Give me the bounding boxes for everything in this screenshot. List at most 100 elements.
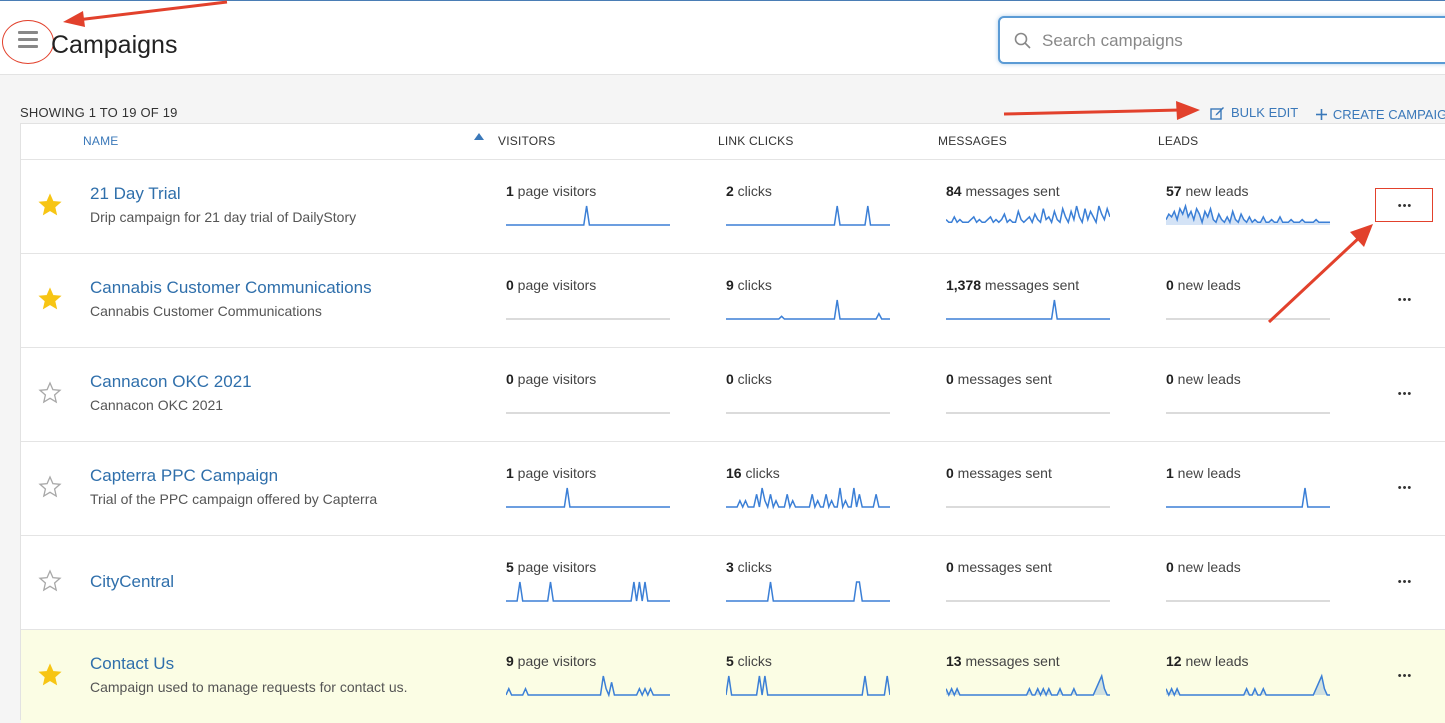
messages-count: 13 — [946, 653, 962, 669]
page-title: Campaigns — [51, 31, 178, 59]
clicks-label: 0 clicks — [726, 371, 892, 387]
visitors-unit: page visitors — [513, 371, 597, 387]
search-box[interactable] — [998, 16, 1445, 64]
clicks-unit: clicks — [733, 653, 772, 669]
leads-metric: 0 new leads — [1166, 559, 1332, 609]
table-row[interactable]: Cannabis Customer Communications Cannabis… — [21, 253, 1445, 347]
leads-sparkline — [1166, 412, 1330, 414]
create-campaign-button[interactable]: CREATE CAMPAIGN — [1315, 107, 1445, 122]
column-header-leads[interactable]: LEADS — [1158, 134, 1198, 148]
search-input[interactable] — [1040, 27, 1424, 55]
annotation-box — [1375, 188, 1433, 222]
messages-metric: 0 messages sent — [946, 465, 1112, 515]
star-filled-icon[interactable] — [38, 193, 62, 217]
star-outline-icon[interactable] — [38, 475, 62, 499]
visitors-label: 0 page visitors — [506, 371, 672, 387]
clicks-count: 2 — [726, 183, 734, 199]
leads-label: 1 new leads — [1166, 465, 1332, 481]
clicks-label: 5 clicks — [726, 653, 892, 669]
column-header-link-clicks[interactable]: LINK CLICKS — [718, 134, 794, 148]
visitors-sparkline — [506, 412, 670, 414]
star-filled-icon[interactable] — [38, 287, 62, 311]
sparkline-line — [726, 581, 890, 602]
visitors-unit: page visitors — [513, 559, 597, 575]
leads-count: 0 — [1166, 277, 1174, 293]
leads-unit: new leads — [1173, 559, 1241, 575]
messages-unit: messages sent — [953, 559, 1052, 575]
messages-label: 0 messages sent — [946, 559, 1112, 575]
star-outline-icon[interactable] — [38, 381, 62, 405]
leads-count: 1 — [1166, 465, 1174, 481]
star-filled-icon[interactable] — [38, 663, 62, 687]
column-header-visitors[interactable]: VISITORS — [498, 134, 555, 148]
messages-label: 84 messages sent — [946, 183, 1112, 199]
messages-label: 0 messages sent — [946, 465, 1112, 481]
table-row[interactable]: CityCentral 5 page visitors 3 clicks 0 mess… — [21, 535, 1445, 629]
messages-sparkline — [946, 299, 1110, 320]
more-options-icon[interactable]: ••• — [1387, 288, 1423, 312]
clicks-sparkline — [726, 299, 890, 320]
leads-label: 0 new leads — [1166, 371, 1332, 387]
more-options-icon[interactable]: ••• — [1387, 382, 1423, 406]
clicks-sparkline — [726, 581, 890, 602]
visitors-count: 0 — [506, 277, 514, 293]
star-outline-icon[interactable] — [38, 569, 62, 593]
table-row[interactable]: Contact Us Campaign used to manage reques… — [21, 629, 1445, 723]
clicks-metric: 0 clicks — [726, 371, 892, 421]
messages-sparkline — [946, 205, 1110, 225]
sparkline-line — [726, 675, 890, 696]
leads-metric: 57 new leads — [1166, 183, 1332, 233]
annotation-arrow-bulk-edit — [1003, 101, 1200, 120]
bulk-edit-button[interactable]: BULK EDIT — [1210, 105, 1298, 120]
visitors-unit: page visitors — [513, 183, 597, 199]
leads-unit: new leads — [1173, 371, 1241, 387]
leads-sparkline — [1166, 203, 1330, 225]
sparkline-line — [506, 487, 670, 508]
clicks-unit: clicks — [741, 465, 780, 481]
sparkline-line — [506, 581, 670, 602]
sparkline-line — [1166, 487, 1330, 508]
leads-metric: 1 new leads — [1166, 465, 1332, 515]
leads-count: 0 — [1166, 559, 1174, 575]
messages-label: 1,378 messages sent — [946, 277, 1112, 293]
messages-label: 0 messages sent — [946, 371, 1112, 387]
clicks-count: 3 — [726, 559, 734, 575]
campaign-name-link[interactable]: CityCentral — [90, 572, 174, 592]
clicks-sparkline — [726, 487, 890, 510]
clicks-label: 2 clicks — [726, 183, 892, 199]
clicks-metric: 5 clicks — [726, 653, 892, 703]
clicks-sparkline — [726, 205, 890, 226]
visitors-sparkline — [506, 487, 670, 508]
clicks-label: 3 clicks — [726, 559, 892, 575]
edit-icon — [1210, 106, 1224, 120]
campaign-name-link[interactable]: Capterra PPC Campaign — [90, 466, 278, 486]
campaign-name-link[interactable]: Contact Us — [90, 654, 174, 674]
messages-metric: 84 messages sent — [946, 183, 1112, 233]
visitors-sparkline — [506, 581, 670, 602]
campaign-name-link[interactable]: 21 Day Trial — [90, 184, 181, 204]
campaign-name-link[interactable]: Cannabis Customer Communications — [90, 278, 372, 298]
campaign-description: Trial of the PPC campaign offered by Cap… — [90, 491, 378, 507]
clicks-sparkline — [726, 412, 890, 414]
leads-label: 0 new leads — [1166, 277, 1332, 293]
more-options-icon[interactable]: ••• — [1387, 570, 1423, 594]
campaigns-table: NAME VISITORS LINK CLICKS MESSAGES LEADS… — [20, 123, 1445, 723]
column-header-name[interactable]: NAME — [83, 134, 118, 148]
leads-metric: 0 new leads — [1166, 277, 1332, 327]
more-options-icon[interactable]: ••• — [1387, 476, 1423, 500]
sort-ascending-icon[interactable] — [474, 133, 484, 140]
clicks-sparkline — [726, 675, 890, 696]
hamburger-menu-icon[interactable] — [10, 25, 46, 57]
table-row[interactable]: Capterra PPC Campaign Trial of the PPC ca… — [21, 441, 1445, 535]
leads-sparkline — [1166, 487, 1330, 508]
clicks-count: 9 — [726, 277, 734, 293]
table-row[interactable]: 21 Day Trial Drip campaign for 21 day tri… — [21, 159, 1445, 253]
clicks-unit: clicks — [733, 371, 772, 387]
column-header-messages[interactable]: MESSAGES — [938, 134, 1007, 148]
campaign-name-link[interactable]: Cannacon OKC 2021 — [90, 372, 252, 392]
table-row[interactable]: Cannacon OKC 2021 Cannacon OKC 2021 0 page… — [21, 347, 1445, 441]
messages-sparkline — [946, 600, 1110, 602]
more-options-icon[interactable]: ••• — [1387, 664, 1423, 688]
visitors-label: 5 page visitors — [506, 559, 672, 575]
leads-label: 57 new leads — [1166, 183, 1332, 199]
